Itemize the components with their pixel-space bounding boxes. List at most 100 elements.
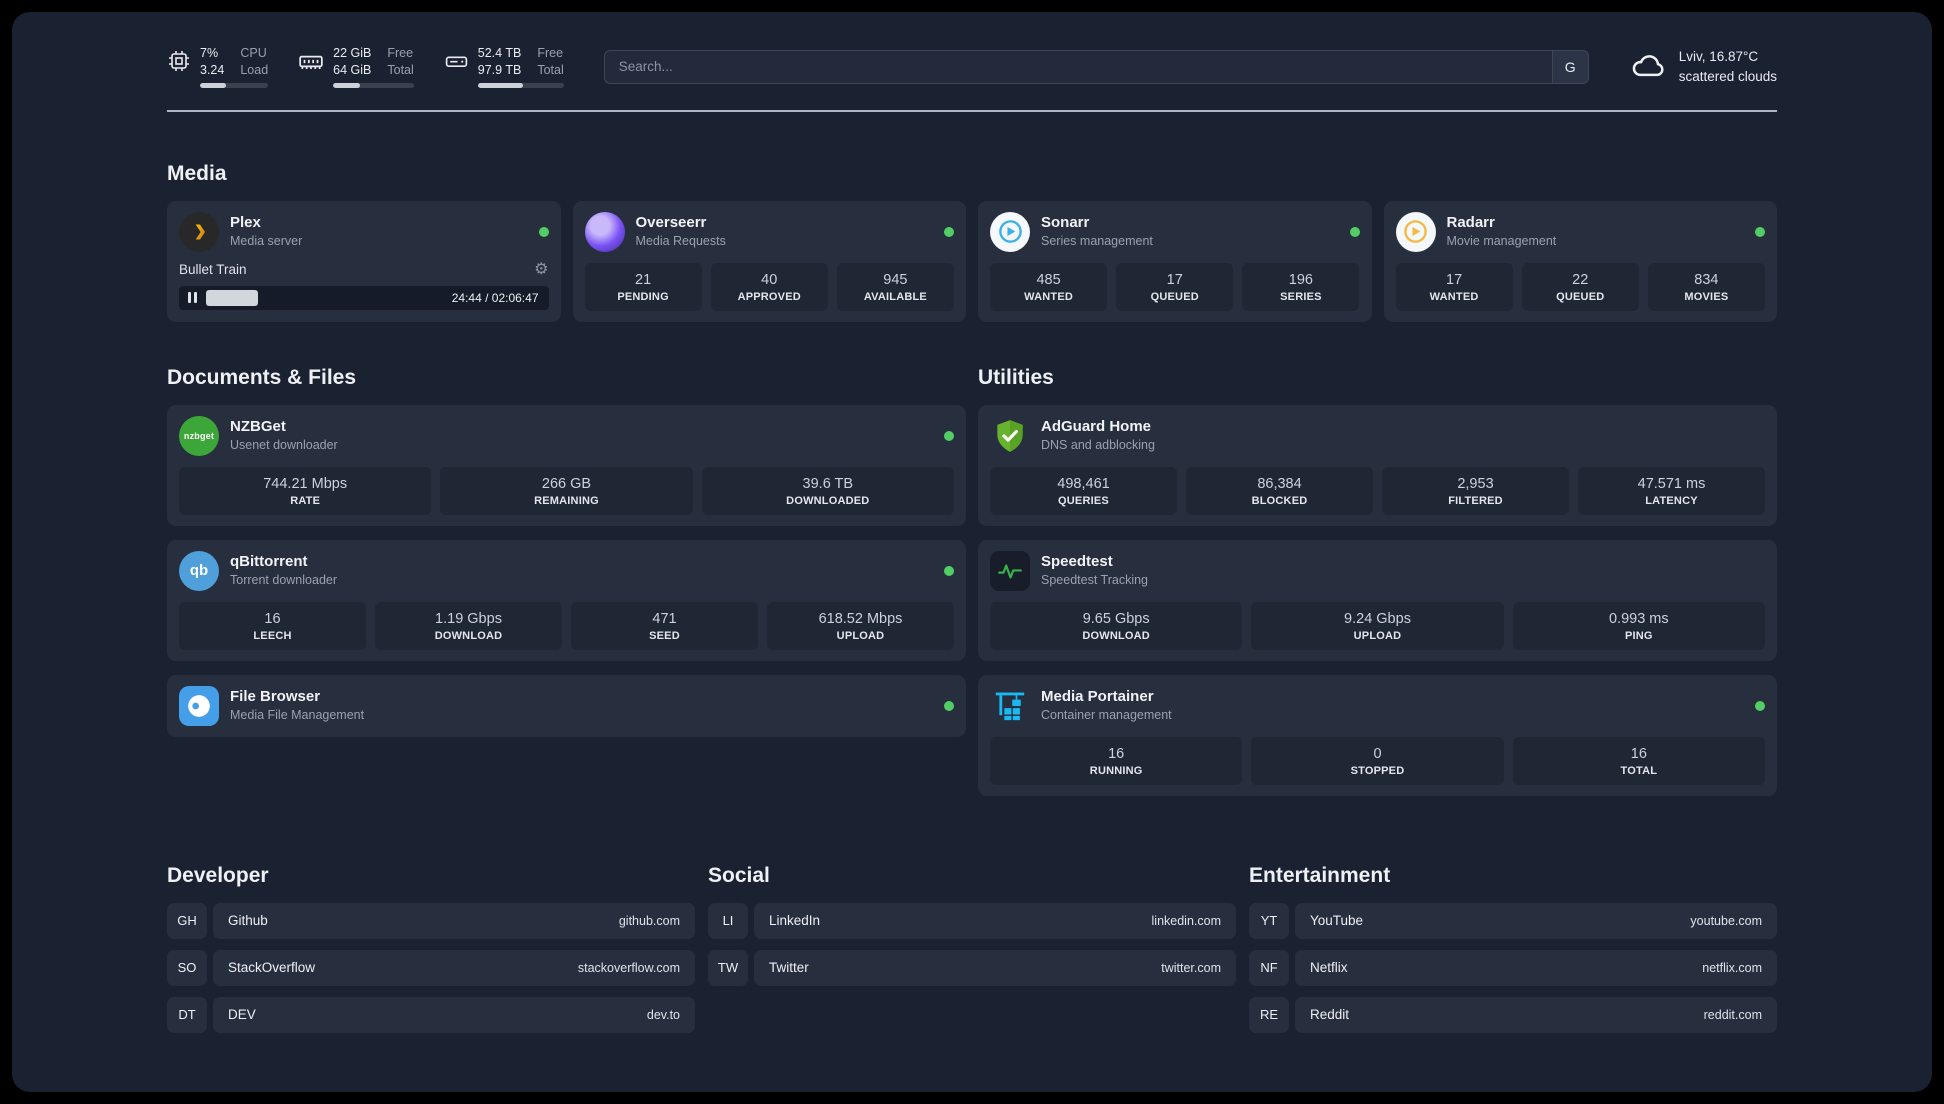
entertainment-column: Entertainment YT YouTube youtube.com NF … bbox=[1249, 820, 1777, 1044]
stat-tile: 86,384 BLOCKED bbox=[1186, 466, 1373, 515]
stat-tile: 196 SERIES bbox=[1242, 262, 1360, 311]
stat-tile: 0.993 ms PING bbox=[1512, 601, 1765, 650]
app-name: Speedtest bbox=[1041, 553, 1113, 571]
filebrowser-card[interactable]: File Browser Media File Management bbox=[167, 674, 966, 737]
app-name: Media Portainer bbox=[1041, 688, 1154, 706]
nzbget-card[interactable]: nzbget NZBGet Usenet downloader 744.21 M… bbox=[167, 404, 966, 526]
speedtest-card[interactable]: Speedtest Speedtest Tracking 9.65 Gbps D… bbox=[978, 539, 1777, 661]
stat-label: STOPPED bbox=[1350, 764, 1405, 777]
weather-location: Lviv, 16.87°C bbox=[1678, 49, 1759, 65]
disk-free-value: 52.4 TB bbox=[477, 46, 522, 61]
stat-value: 16 bbox=[1630, 745, 1647, 762]
stat-label: REMAINING bbox=[534, 494, 599, 507]
portainer-icon bbox=[990, 686, 1030, 726]
overseerr-icon bbox=[584, 211, 625, 252]
stat-label: LEECH bbox=[253, 629, 292, 642]
app-name: Sonarr bbox=[1041, 214, 1090, 232]
stat-label: UPLOAD bbox=[836, 629, 885, 642]
stat-tile: 39.6 TB DOWNLOADED bbox=[701, 466, 954, 515]
app-subtitle: Usenet downloader bbox=[230, 437, 338, 452]
documents-column: Documents & Files nzbget NZBGet Usenet d… bbox=[167, 322, 966, 751]
bookmark-badge: DT bbox=[167, 996, 207, 1033]
ram-free-value: 22 GiB bbox=[333, 46, 372, 61]
bookmark-row: RE Reddit reddit.com bbox=[1249, 996, 1777, 1033]
stat-label: PENDING bbox=[617, 290, 669, 303]
overseerr-card[interactable]: Overseerr Media Requests 21 PENDING 40 A… bbox=[572, 200, 966, 322]
bookmark-link-linkedin[interactable]: LinkedIn linkedin.com bbox=[754, 902, 1236, 939]
stat-value: 40 bbox=[761, 271, 778, 288]
middle-zone: Documents & Files nzbget NZBGet Usenet d… bbox=[167, 322, 1777, 810]
status-dot bbox=[944, 565, 954, 576]
radarr-icon bbox=[1395, 211, 1436, 252]
stat-label: PING bbox=[1624, 629, 1653, 642]
bookmark-link-netflix[interactable]: Netflix netflix.com bbox=[1295, 949, 1777, 986]
bookmark-link-reddit[interactable]: Reddit reddit.com bbox=[1295, 996, 1777, 1033]
section-title-files: Documents & Files bbox=[167, 365, 357, 389]
sonarr-card[interactable]: Sonarr Series management 485 WANTED 17 Q… bbox=[978, 200, 1372, 322]
app-name: Radarr bbox=[1446, 214, 1495, 232]
qbittorrent-card[interactable]: qb qBittorrent Torrent downloader 16 LEE… bbox=[167, 539, 966, 661]
bookmark-link-github[interactable]: Github github.com bbox=[213, 902, 695, 939]
bookmark-row: YT YouTube youtube.com bbox=[1249, 902, 1777, 939]
bookmark-link-twitter[interactable]: Twitter twitter.com bbox=[754, 949, 1236, 986]
stat-label: MOVIES bbox=[1684, 290, 1729, 303]
stat-tile: 834 MOVIES bbox=[1647, 262, 1765, 311]
app-name: qBittorrent bbox=[230, 553, 308, 571]
bookmark-link-dev[interactable]: DEV dev.to bbox=[213, 996, 695, 1033]
stat-tile: 0 STOPPED bbox=[1251, 736, 1504, 785]
section-title-media: Media bbox=[167, 161, 227, 185]
filebrowser-icon bbox=[179, 685, 219, 726]
stat-value: 21 bbox=[635, 271, 652, 288]
playback-time: 24:44 / 02:06:47 bbox=[451, 290, 539, 305]
app-subtitle: Speedtest Tracking bbox=[1041, 572, 1149, 587]
bookmark-url: github.com bbox=[618, 913, 680, 928]
speedtest-icon bbox=[990, 550, 1030, 591]
bookmark-url: netflix.com bbox=[1702, 960, 1762, 975]
stat-label: WANTED bbox=[1429, 290, 1479, 303]
bookmark-name: Twitter bbox=[769, 960, 809, 976]
stat-label: DOWNLOADED bbox=[786, 494, 870, 507]
stat-value: 0 bbox=[1373, 745, 1382, 762]
adguard-card[interactable]: AdGuard Home DNS and adblocking 498,461 … bbox=[978, 404, 1777, 526]
qbittorrent-icon: qb bbox=[179, 550, 219, 591]
developer-column: Developer GH Github github.com SO StackO… bbox=[167, 820, 695, 1044]
stat-label: DOWNLOAD bbox=[1082, 629, 1150, 642]
app-subtitle: Movie management bbox=[1446, 233, 1557, 248]
portainer-card[interactable]: Media Portainer Container management 16 … bbox=[978, 674, 1777, 796]
status-dot bbox=[1755, 700, 1765, 711]
weather-widget: Lviv, 16.87°C scattered clouds bbox=[1629, 44, 1777, 90]
stat-label: APPROVED bbox=[737, 290, 801, 303]
stat-label: LATENCY bbox=[1645, 494, 1698, 507]
stat-tile: 618.52 Mbps UPLOAD bbox=[767, 601, 954, 650]
status-dot bbox=[1349, 226, 1360, 237]
disk-total-value: 97.9 TB bbox=[477, 63, 522, 78]
app-name: Plex bbox=[230, 214, 261, 232]
plex-card[interactable]: Plex Media server Bullet Train ⚙ 24:44 /… bbox=[167, 200, 561, 322]
pause-icon[interactable] bbox=[188, 292, 197, 304]
bookmark-link-stackoverflow[interactable]: StackOverflow stackoverflow.com bbox=[213, 949, 695, 986]
stat-label: QUERIES bbox=[1058, 494, 1109, 507]
search-input[interactable] bbox=[604, 50, 1552, 83]
plex-icon bbox=[179, 211, 219, 252]
gear-icon[interactable]: ⚙ bbox=[534, 261, 548, 278]
search-engine-button[interactable]: G bbox=[1551, 50, 1588, 83]
stat-value: 16 bbox=[1108, 745, 1125, 762]
cpu-percent: 7% bbox=[200, 46, 219, 61]
radarr-card[interactable]: Radarr Movie management 17 WANTED 22 QUE… bbox=[1383, 200, 1777, 322]
bookmark-badge: TW bbox=[708, 949, 748, 986]
bookmark-badge: YT bbox=[1249, 902, 1289, 939]
ram-icon bbox=[298, 49, 324, 88]
bookmark-link-youtube[interactable]: YouTube youtube.com bbox=[1295, 902, 1777, 939]
bookmark-row: LI LinkedIn linkedin.com bbox=[708, 902, 1236, 939]
bookmarks-zone: Developer GH Github github.com SO StackO… bbox=[167, 820, 1777, 1044]
stat-value: 9.24 Gbps bbox=[1344, 610, 1411, 627]
disk-widget: 52.4 TB Free 97.9 TB Total bbox=[444, 45, 564, 89]
stat-value: 485 bbox=[1036, 271, 1061, 288]
stat-value: 266 GB bbox=[541, 475, 592, 492]
stat-label: WANTED bbox=[1024, 290, 1074, 303]
bookmark-row: GH Github github.com bbox=[167, 902, 695, 939]
bookmark-name: Netflix bbox=[1310, 960, 1348, 976]
stat-label: DOWNLOAD bbox=[434, 629, 503, 642]
plex-player-bar[interactable]: 24:44 / 02:06:47 bbox=[179, 285, 549, 310]
stat-label: QUEUED bbox=[1150, 290, 1199, 303]
